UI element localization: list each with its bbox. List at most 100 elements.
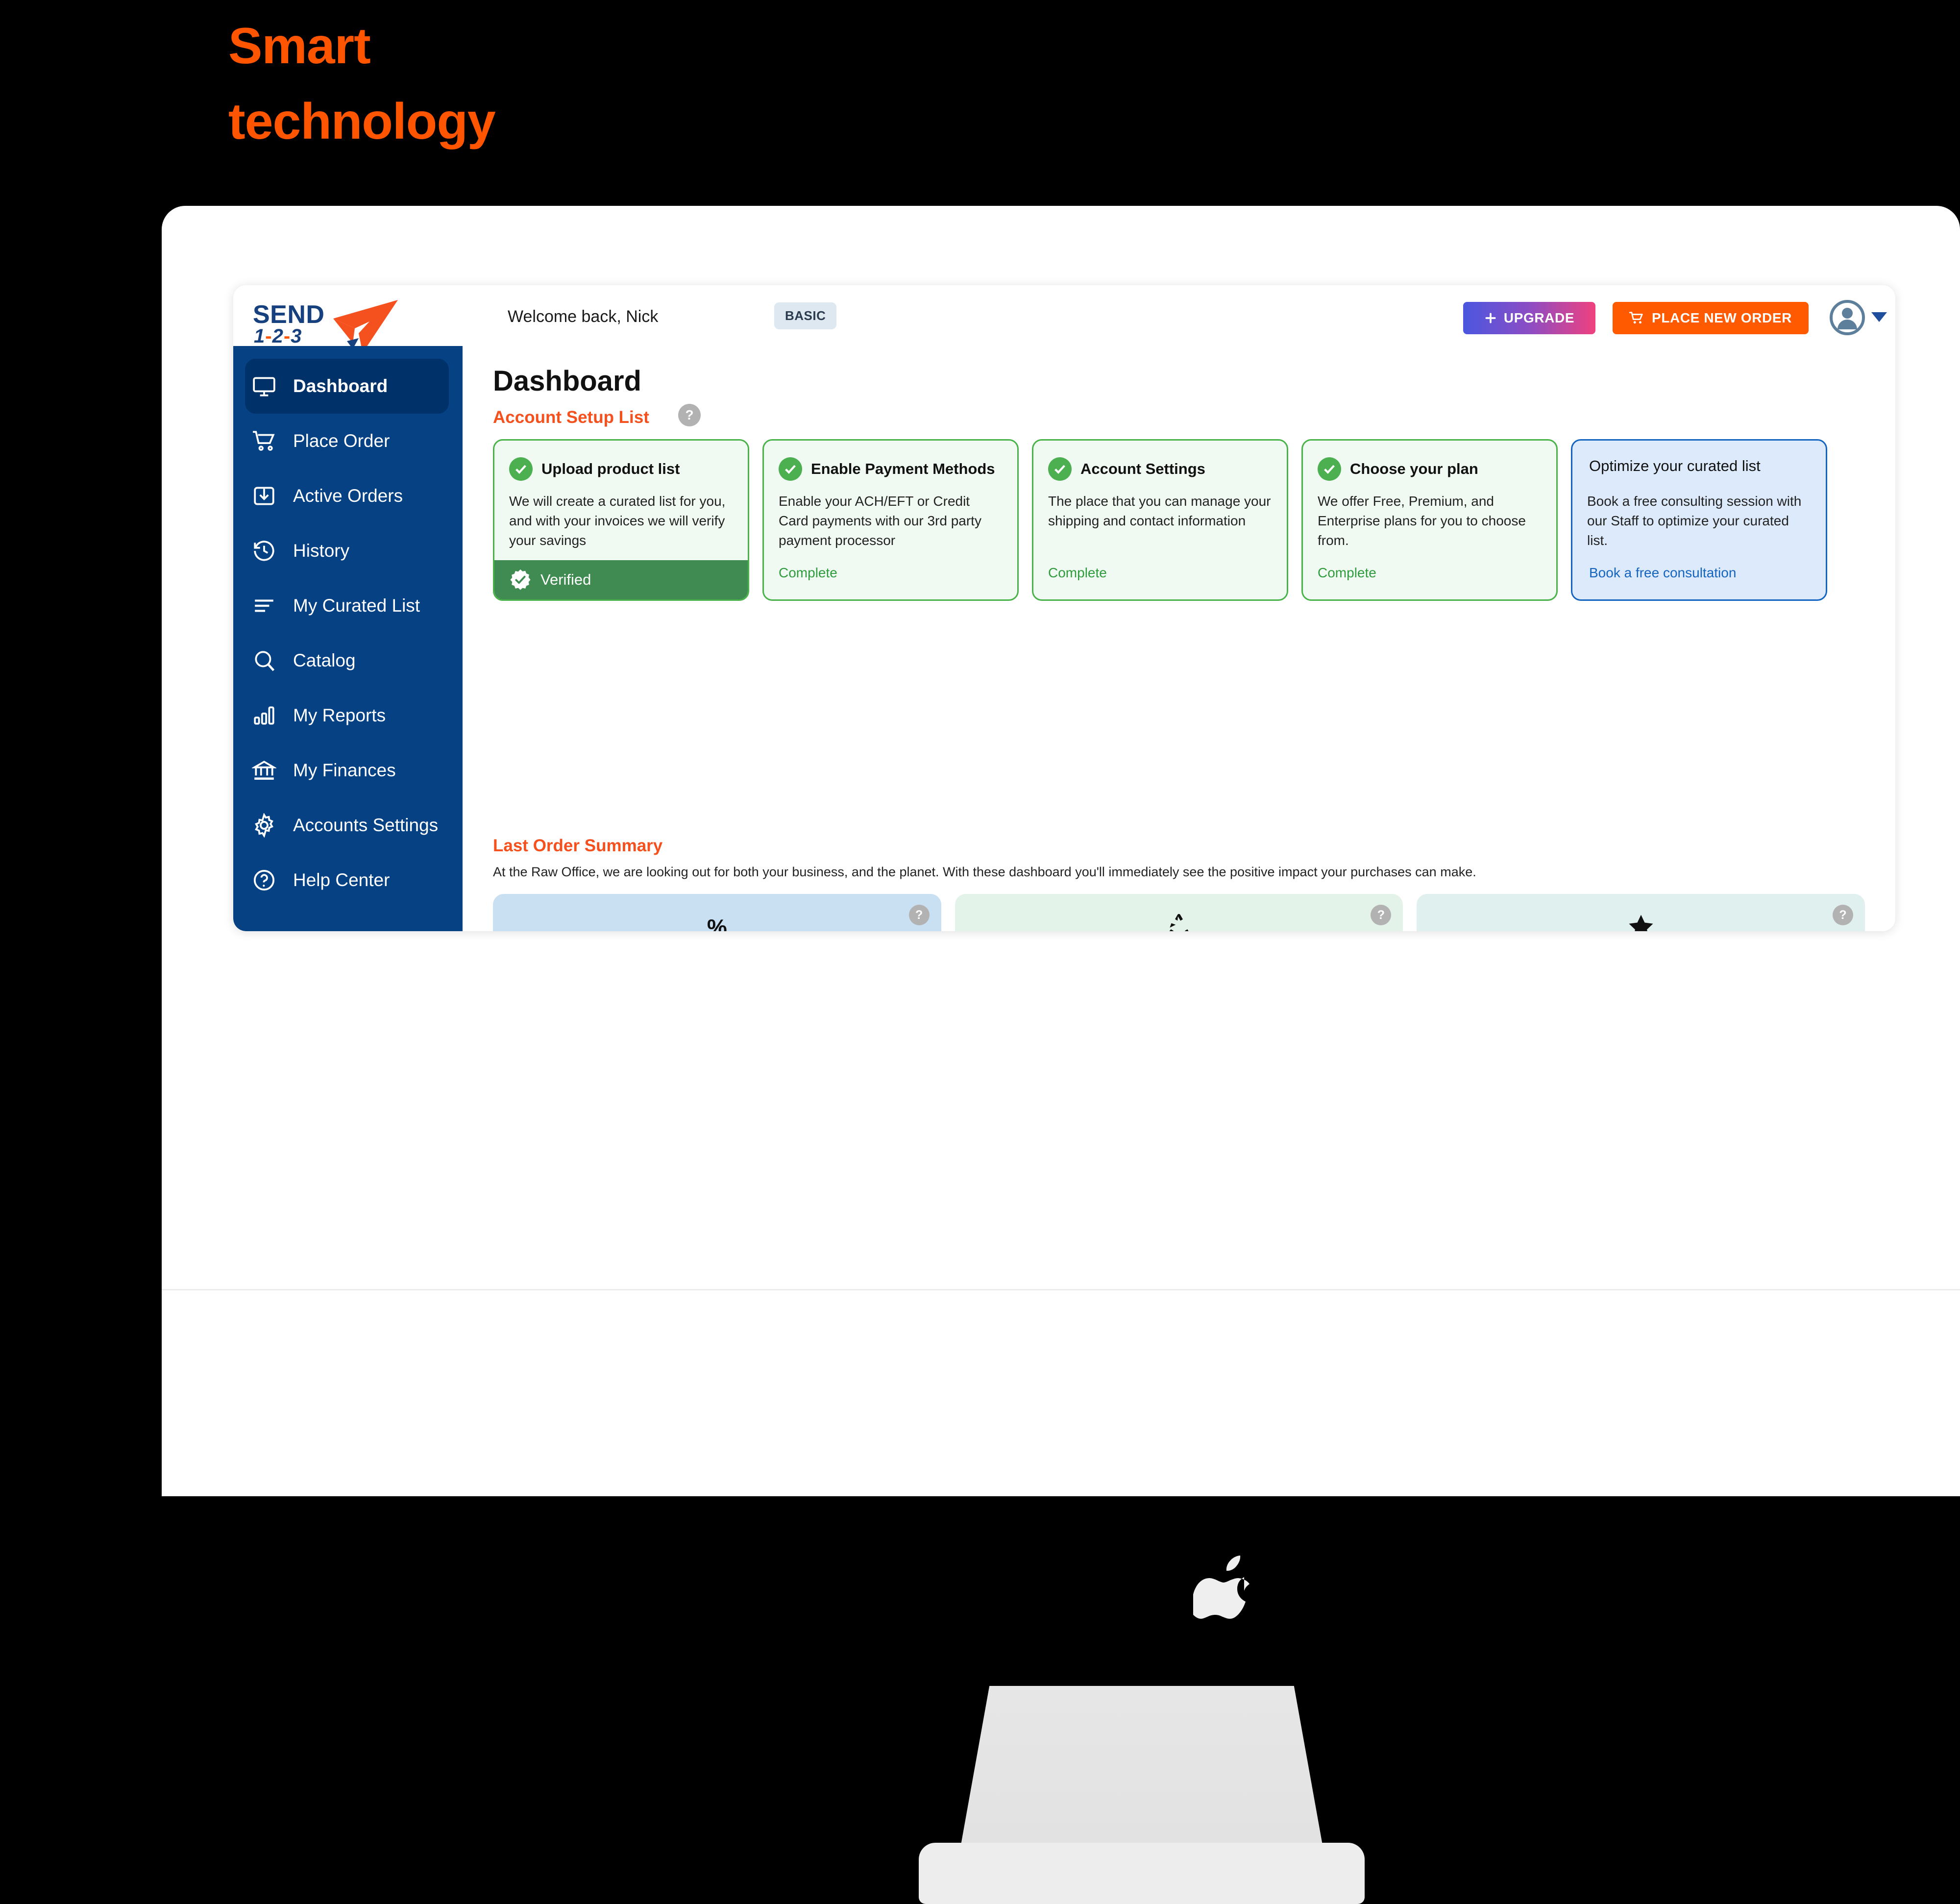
setup-card-title: Enable Payment Methods xyxy=(811,460,995,477)
sidebar-item-my-finances[interactable]: My Finances xyxy=(233,743,463,798)
percent-icon: % xyxy=(707,915,727,931)
metric-help-icon[interactable]: ? xyxy=(1833,905,1853,925)
headline-line-1: Smart xyxy=(228,18,371,74)
logo-send-text: SEND xyxy=(253,300,325,329)
sidebar-item-dashboard[interactable]: Dashboard xyxy=(245,359,449,414)
setup-card-title: Optimize your curated list xyxy=(1589,457,1761,474)
imac-mockup: SEND 1-2-3 Source Welcome back, Nick BAS… xyxy=(162,206,1960,1904)
imac-chin xyxy=(162,1289,1960,1496)
setup-card-title: Account Settings xyxy=(1080,460,1205,477)
setup-card-optimize[interactable]: Optimize your curated list Book a free c… xyxy=(1571,439,1827,601)
place-order-label: PLACE NEW ORDER xyxy=(1652,310,1792,325)
setup-card[interactable]: Account Settings The place that you can … xyxy=(1032,439,1288,601)
bar-chart-icon xyxy=(252,703,276,728)
app-header: SEND 1-2-3 Source Welcome back, Nick BAS… xyxy=(233,285,1895,363)
last-order-summary-title: Last Order Summary xyxy=(493,836,663,855)
setup-card-title: Upload product list xyxy=(541,460,680,477)
sidebar-item-my-reports[interactable]: My Reports xyxy=(233,688,463,743)
logo-123-text: 1-2-3 xyxy=(254,325,302,347)
chevron-down-icon[interactable] xyxy=(1871,312,1887,322)
metric-card-financial-savings-pct[interactable]: ? % 10.28 % $ 1,447.04 → $ 1,290.76 FINA… xyxy=(493,894,941,931)
user-avatar-icon[interactable] xyxy=(1830,300,1865,335)
setup-card-body: We offer Free, Premium, and Enterprise p… xyxy=(1318,494,1526,548)
check-circle-icon xyxy=(509,457,533,481)
sidebar-label: My Reports xyxy=(293,705,386,725)
setup-card-body: We will create a curated list for you, a… xyxy=(509,494,726,548)
sidebar-item-history[interactable]: History xyxy=(233,523,463,578)
welcome-message: Welcome back, Nick xyxy=(508,307,659,326)
place-new-order-button[interactable]: PLACE NEW ORDER xyxy=(1613,302,1809,334)
setup-card-body: Book a free consulting session with our … xyxy=(1587,494,1802,548)
last-order-summary-description: At the Raw Office, we are looking out fo… xyxy=(493,865,1476,879)
question-circle-icon xyxy=(252,868,276,892)
account-setup-title: Account Setup List xyxy=(493,408,649,427)
book-consultation-link[interactable]: Book a free consultation xyxy=(1589,565,1736,581)
sidebar-item-accounts-settings[interactable]: Accounts Settings xyxy=(233,798,463,853)
sidebar-label: My Curated List xyxy=(293,595,420,616)
metric-help-icon[interactable]: ? xyxy=(1371,905,1392,925)
sidebar-item-help-center[interactable]: Help Center xyxy=(233,853,463,908)
main-content: Dashboard Account Setup List ? Upload pr… xyxy=(463,346,1895,931)
setup-card-head: Account Settings xyxy=(1033,441,1287,481)
setup-card-body: Enable your ACH/EFT or Credit Card payme… xyxy=(779,494,981,548)
metric-help-icon[interactable]: ? xyxy=(908,905,930,925)
inbox-download-icon xyxy=(252,484,276,508)
page-headline: Smart technology xyxy=(228,9,669,160)
setup-card-head: Upload product list xyxy=(494,441,748,481)
metric-card-raw-score[interactable]: ? 56.25 % 0.73 Stars Avg. → 1.14 Stars A… xyxy=(1417,894,1865,931)
cart-icon xyxy=(252,429,276,453)
app-window: SEND 1-2-3 Source Welcome back, Nick BAS… xyxy=(233,285,1895,931)
sidebar-nav: Dashboard Place Order Active Orders Hist… xyxy=(233,359,463,908)
sidebar-item-my-curated-list[interactable]: My Curated List xyxy=(233,578,463,633)
upgrade-label: UPGRADE xyxy=(1503,310,1575,325)
sidebar-label: Dashboard xyxy=(293,376,388,396)
imac-stand-base xyxy=(919,1843,1365,1904)
monitor-icon xyxy=(252,374,276,398)
setup-card-head: Enable Payment Methods xyxy=(764,441,1017,481)
verified-seal-icon xyxy=(510,569,531,590)
plus-icon xyxy=(1485,313,1496,323)
setup-card[interactable]: Enable Payment Methods Enable your ACH/E… xyxy=(762,439,1019,601)
sidebar-label: My Finances xyxy=(293,760,396,780)
setup-card-head: Choose your plan xyxy=(1303,441,1556,481)
sidebar-label: Active Orders xyxy=(293,486,403,506)
metric-card-recycled-content[interactable]: ? 33.33 % 6.82% Avg. → 9.09% Avg. RECYCL… xyxy=(955,894,1403,931)
headline-line-2: technology xyxy=(228,93,496,150)
verified-badge: Verified xyxy=(494,560,748,599)
page-title: Dashboard xyxy=(493,365,641,397)
setup-card-row: Upload product list We will create a cur… xyxy=(493,439,1865,601)
sidebar: Dashboard Place Order Active Orders Hist… xyxy=(233,346,463,931)
sidebar-item-active-orders[interactable]: Active Orders xyxy=(233,469,463,523)
sidebar-item-place-order[interactable]: Place Order xyxy=(233,414,463,469)
account-setup-help-icon[interactable]: ? xyxy=(678,404,701,426)
imac-stand-neck xyxy=(960,1686,1323,1848)
setup-card-body: The place that you can manage your shipp… xyxy=(1048,494,1271,528)
upgrade-button[interactable]: UPGRADE xyxy=(1463,302,1595,334)
check-circle-icon xyxy=(1048,457,1072,481)
gear-icon xyxy=(252,813,276,838)
setup-card-status: Complete xyxy=(1318,565,1376,580)
list-lines-icon xyxy=(252,593,276,618)
setup-card-title: Choose your plan xyxy=(1350,460,1478,477)
sidebar-label: Catalog xyxy=(293,650,356,670)
star-icon xyxy=(1622,909,1660,931)
sidebar-label: Place Order xyxy=(293,431,390,451)
history-clock-icon xyxy=(252,539,276,563)
setup-card[interactable]: Choose your plan We offer Free, Premium,… xyxy=(1301,439,1558,601)
metrics-grid: ? % 10.28 % $ 1,447.04 → $ 1,290.76 FINA… xyxy=(493,894,1865,931)
sidebar-label: Help Center xyxy=(293,870,390,890)
search-icon xyxy=(252,648,276,673)
setup-card[interactable]: Upload product list We will create a cur… xyxy=(493,439,749,601)
apple-logo-icon xyxy=(1193,1556,1250,1619)
cart-icon xyxy=(1629,312,1643,324)
recycle-icon xyxy=(1160,909,1198,931)
sidebar-label: History xyxy=(293,541,350,561)
brand-logo[interactable]: SEND 1-2-3 Source xyxy=(247,295,398,363)
setup-card-status: Complete xyxy=(1048,565,1107,580)
sidebar-label: Accounts Settings xyxy=(293,815,439,835)
verified-label: Verified xyxy=(540,571,591,588)
check-circle-icon xyxy=(779,457,802,481)
plan-badge: BASIC xyxy=(774,302,837,329)
setup-card-status: Complete xyxy=(779,565,837,580)
sidebar-item-catalog[interactable]: Catalog xyxy=(233,633,463,688)
